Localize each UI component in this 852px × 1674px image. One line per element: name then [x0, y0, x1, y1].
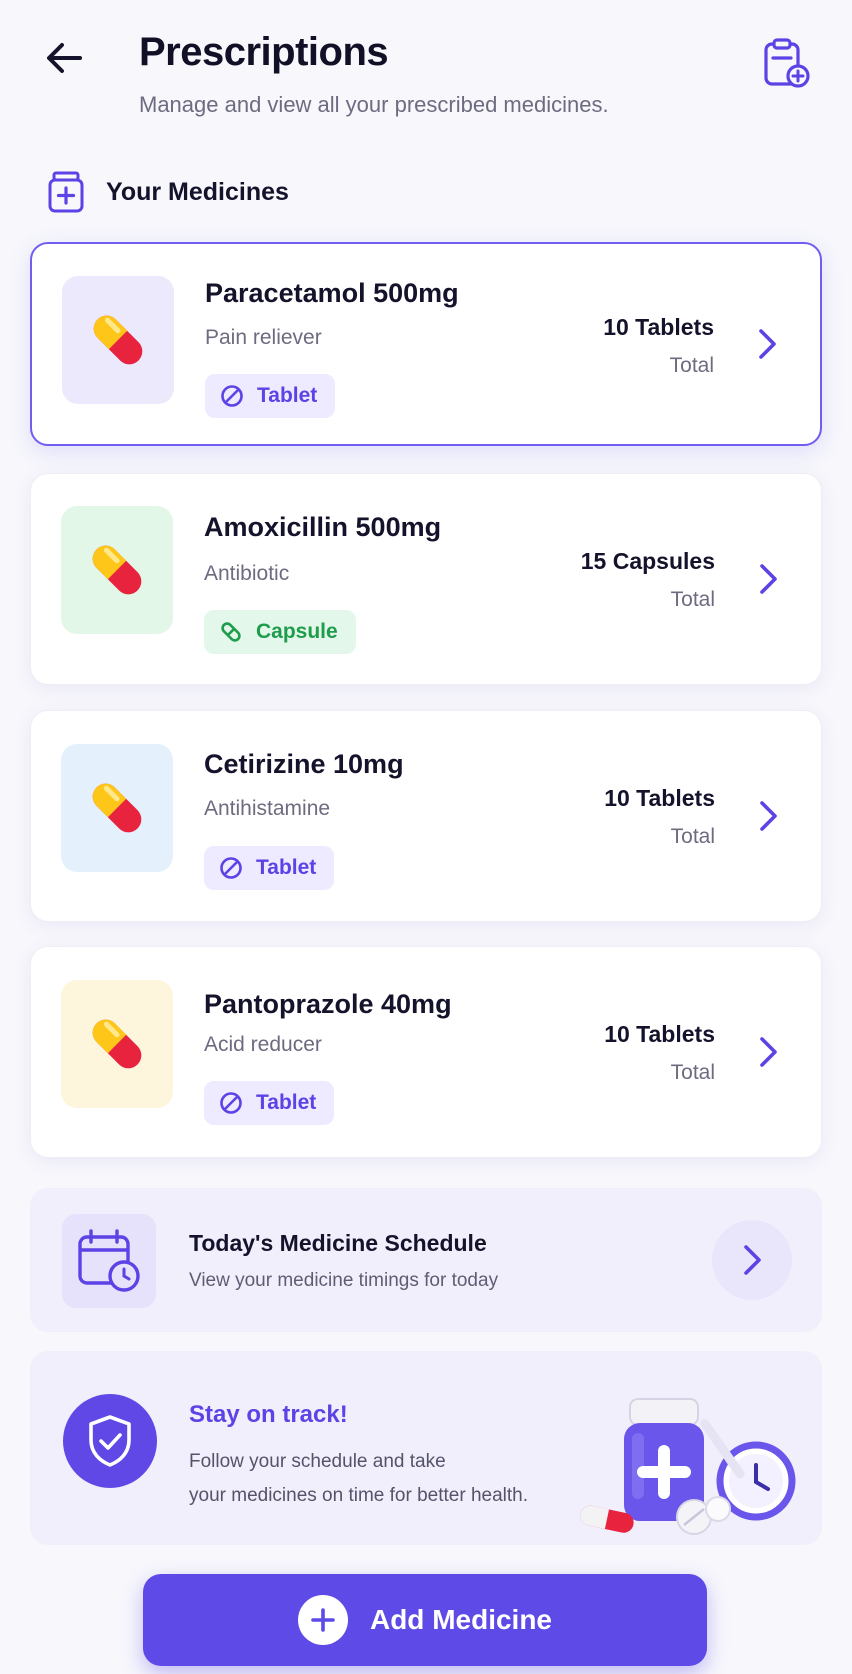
- pill-icon: [92, 1019, 142, 1069]
- medicine-card[interactable]: Amoxicillin 500mg Antibiotic Capsule 15 …: [30, 473, 822, 685]
- app-header: Prescriptions Manage and view all your p…: [0, 0, 852, 140]
- medicine-description: Acid reducer: [204, 1033, 322, 1056]
- medicine-thumbnail: [61, 744, 173, 872]
- chevron-right-icon[interactable]: [753, 559, 785, 599]
- page-title: Prescriptions: [139, 30, 389, 74]
- form-label: Tablet: [257, 384, 318, 407]
- tablet-icon: [218, 1090, 244, 1116]
- chevron-right-icon: [744, 1245, 761, 1275]
- medicine-thumbnail: [61, 980, 173, 1108]
- pill-icon: [93, 315, 143, 365]
- section-title: Your Medicines: [106, 177, 289, 206]
- document-add-icon: [764, 38, 810, 88]
- back-button[interactable]: [40, 34, 88, 82]
- medicine-bottle-icon: [44, 168, 88, 216]
- form-badge: Tablet: [204, 846, 335, 890]
- form-label: Tablet: [256, 856, 317, 879]
- schedule-card[interactable]: Today's Medicine Schedule View your medi…: [30, 1188, 822, 1332]
- section-heading: Your Medicines: [44, 168, 289, 216]
- add-medicine-label: Add Medicine: [369, 1604, 552, 1635]
- medicine-thumbnail: [61, 506, 173, 634]
- tip-body: Follow your schedule and take your medic…: [189, 1445, 589, 1513]
- medicine-name: Pantoprazole 40mg: [204, 989, 452, 1019]
- pill-icon: [92, 545, 142, 595]
- medicine-name: Cetirizine 10mg: [204, 749, 404, 779]
- medicine-card[interactable]: Pantoprazole 40mg Acid reducer Tablet 10…: [30, 946, 822, 1158]
- schedule-title: Today's Medicine Schedule: [189, 1230, 487, 1256]
- medicine-description: Pain reliever: [205, 326, 322, 349]
- medicine-description: Antihistamine: [204, 797, 331, 820]
- tip-title: Stay on track!: [189, 1401, 348, 1428]
- form-label: Capsule: [256, 620, 338, 643]
- chevron-right-icon[interactable]: [753, 1032, 785, 1072]
- tip-card: Stay on track! Follow your schedule and …: [30, 1351, 822, 1545]
- page-subtitle: Manage and view all your prescribed medi…: [139, 92, 609, 117]
- medicine-quantity: 15 Capsules: [580, 548, 715, 574]
- medicine-quantity: 10 Tablets: [604, 1021, 715, 1047]
- plus-circle-icon: [297, 1595, 348, 1645]
- tip-line: your medicines on time for better health…: [189, 1485, 529, 1506]
- medicine-quantity: 10 Tablets: [603, 314, 714, 340]
- capsule-icon: [218, 619, 244, 645]
- schedule-subtitle: View your medicine timings for today: [189, 1270, 499, 1291]
- form-badge: Capsule: [204, 610, 356, 654]
- medicine-illustration: [580, 1398, 796, 1535]
- quantity-label: Total: [669, 354, 714, 377]
- chevron-right-icon[interactable]: [752, 324, 784, 364]
- medicine-quantity: 10 Tablets: [604, 785, 715, 811]
- medicine-card[interactable]: Paracetamol 500mg Pain reliever Tablet 1…: [30, 242, 822, 446]
- medicine-card[interactable]: Cetirizine 10mg Antihistamine Tablet 10 …: [30, 710, 822, 922]
- schedule-open-button[interactable]: [712, 1220, 792, 1300]
- shield-check-icon: [63, 1394, 157, 1488]
- quantity-label: Total: [670, 1061, 715, 1084]
- tablet-icon: [218, 855, 244, 881]
- quantity-label: Total: [670, 825, 715, 848]
- chevron-right-icon[interactable]: [753, 796, 785, 836]
- pill-icon: [92, 783, 142, 833]
- medicine-name: Amoxicillin 500mg: [204, 512, 442, 542]
- arrow-left-icon: [47, 43, 82, 73]
- form-badge: Tablet: [205, 374, 336, 418]
- tablet-icon: [219, 383, 245, 409]
- tip-line: Follow your schedule and take: [189, 1451, 446, 1472]
- quantity-label: Total: [670, 588, 715, 611]
- form-badge: Tablet: [204, 1081, 335, 1125]
- medicine-thumbnail: [62, 276, 174, 404]
- add-medicine-button[interactable]: Add Medicine: [143, 1574, 707, 1666]
- add-prescription-button[interactable]: [758, 36, 814, 92]
- medicine-name: Paracetamol 500mg: [205, 278, 459, 308]
- form-label: Tablet: [256, 1091, 317, 1114]
- calendar-clock-icon: [62, 1214, 156, 1308]
- medicine-description: Antibiotic: [204, 562, 290, 585]
